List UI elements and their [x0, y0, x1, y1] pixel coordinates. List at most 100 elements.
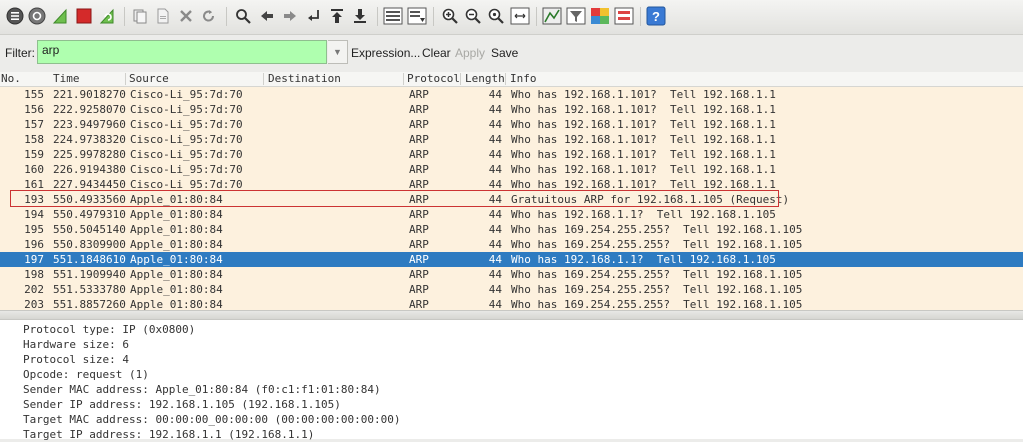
packet-row[interactable]: 158 224.9738320 Cisco-Li_95:7d:70 ARP 44 Who … [0, 132, 1023, 147]
column-header-source[interactable]: Source [129, 72, 169, 86]
column-header-protocol[interactable]: Protocol [407, 72, 460, 86]
detail-line[interactable]: Target MAC address: 00:00:00_00:00:00 (0… [23, 412, 401, 427]
packet-cell-protocol: ARP [409, 163, 429, 176]
packet-row[interactable]: 196 550.8309900 Apple_01:80:84 ARP 44 Who has… [0, 237, 1023, 252]
detail-line[interactable]: Sender MAC address: Apple_01:80:84 (f0:c… [23, 382, 381, 397]
packet-cell-info: Who has 169.254.255.255? Tell 192.168.1.… [511, 268, 803, 281]
packet-cell-source: Apple_01:80:84 [130, 223, 223, 236]
find-icon[interactable] [233, 6, 253, 26]
packet-row[interactable]: 155 221.9018270 Cisco-Li_95:7d:70 ARP 44 Who … [0, 87, 1023, 102]
expression-button[interactable]: Expression... [351, 46, 420, 60]
packet-row[interactable]: 193 550.4933560 Apple_01:80:84 ARP 44 Gratuit… [0, 192, 1023, 207]
open-file-icon[interactable] [130, 6, 150, 26]
packet-cell-protocol: ARP [409, 178, 429, 191]
save-file-icon[interactable] [153, 6, 173, 26]
colorize-icon[interactable] [383, 6, 403, 26]
packet-cell-time: 550.4979310 [53, 208, 126, 221]
go-to-packet-icon[interactable] [304, 6, 324, 26]
packet-row-selected[interactable]: 197 551.1848610 Apple_01:80:84 ARP 44 Who has… [0, 252, 1023, 267]
filter-dropdown-icon[interactable]: ▼ [328, 40, 348, 64]
packet-cell-time: 551.1909940 [53, 268, 126, 281]
packet-cell-source: Cisco-Li_95:7d:70 [130, 163, 243, 176]
save-filter-button[interactable]: Save [491, 46, 518, 60]
resize-columns-icon[interactable] [510, 6, 530, 26]
packet-cell-length: 44 [488, 148, 502, 161]
display-filter-input[interactable]: arp [37, 40, 327, 64]
preferences-icon[interactable] [614, 6, 634, 26]
packet-cell-source: Cisco-Li_95:7d:70 [130, 133, 243, 146]
column-header-no[interactable]: No. [1, 72, 21, 86]
column-header-info[interactable]: Info [510, 72, 537, 86]
detail-line[interactable]: Sender IP address: 192.168.1.105 (192.16… [23, 397, 341, 412]
packet-cell-protocol: ARP [409, 283, 429, 296]
packet-cell-no: 157 [24, 118, 44, 131]
help-icon[interactable]: ? [646, 6, 666, 26]
packet-cell-source: Apple_01:80:84 [130, 283, 223, 296]
reload-icon[interactable] [199, 6, 219, 26]
packet-cell-length: 44 [488, 238, 502, 251]
packet-row[interactable]: 157 223.9497960 Cisco-Li_95:7d:70 ARP 44 Who … [0, 117, 1023, 132]
packet-row[interactable]: 195 550.5045140 Apple_01:80:84 ARP 44 Who has… [0, 222, 1023, 237]
close-file-icon[interactable] [176, 6, 196, 26]
packet-row[interactable]: 160 226.9194380 Cisco-Li_95:7d:70 ARP 44 Who … [0, 162, 1023, 177]
packet-cell-time: 225.9978280 [53, 148, 126, 161]
packet-cell-info: Who has 192.168.1.101? Tell 192.168.1.1 [511, 148, 776, 161]
first-packet-icon[interactable] [327, 6, 347, 26]
display-filters-icon[interactable] [566, 6, 586, 26]
zoom-in-icon[interactable] [440, 6, 460, 26]
packet-cell-no: 160 [24, 163, 44, 176]
packet-cell-no: 194 [24, 208, 44, 221]
detail-line[interactable]: Protocol type: IP (0x0800) [23, 322, 195, 337]
packet-row[interactable]: 203 551.8857260 Apple_01:80:84 ARP 44 Who has… [0, 297, 1023, 310]
go-back-icon[interactable] [257, 6, 277, 26]
packet-cell-time: 550.8309900 [53, 238, 126, 251]
column-header-destination[interactable]: Destination [268, 72, 341, 86]
packet-row[interactable]: 198 551.1909940 Apple_01:80:84 ARP 44 Who has… [0, 267, 1023, 282]
packet-row[interactable]: 156 222.9258070 Cisco-Li_95:7d:70 ARP 44 Who … [0, 102, 1023, 117]
clear-button[interactable]: Clear [422, 46, 451, 60]
start-capture-icon[interactable] [50, 6, 70, 26]
last-packet-icon[interactable] [350, 6, 370, 26]
packet-row[interactable]: 194 550.4979310 Apple_01:80:84 ARP 44 Who has… [0, 207, 1023, 222]
pane-splitter[interactable] [0, 310, 1023, 320]
packet-cell-no: 161 [24, 178, 44, 191]
coloring-rules-icon[interactable] [590, 6, 610, 26]
column-header-time[interactable]: Time [53, 72, 80, 86]
packet-cell-source: Apple_01:80:84 [130, 268, 223, 281]
packet-cell-info: Who has 169.254.255.255? Tell 192.168.1.… [511, 283, 803, 296]
packet-cell-source: Apple_01:80:84 [130, 298, 223, 310]
packet-cell-source: Cisco-Li_95:7d:70 [130, 88, 243, 101]
packet-cell-no: 203 [24, 298, 44, 310]
interface-list-icon[interactable] [5, 6, 25, 26]
restart-capture-icon[interactable] [97, 6, 117, 26]
packet-cell-length: 44 [488, 163, 502, 176]
packet-cell-protocol: ARP [409, 268, 429, 281]
column-header-length[interactable]: Length [465, 72, 505, 86]
packet-cell-no: 193 [24, 193, 44, 206]
normal-size-icon[interactable] [486, 6, 506, 26]
apply-button[interactable]: Apply [455, 46, 485, 60]
packet-cell-info: Gratuitous ARP for 192.168.1.105 (Reques… [511, 193, 790, 206]
capture-options-icon[interactable] [27, 6, 47, 26]
auto-scroll-icon[interactable] [407, 6, 427, 26]
zoom-out-icon[interactable] [463, 6, 483, 26]
go-forward-icon[interactable] [280, 6, 300, 26]
packet-cell-info: Who has 192.168.1.101? Tell 192.168.1.1 [511, 163, 776, 176]
packet-cell-length: 44 [488, 133, 502, 146]
detail-line[interactable]: Hardware size: 6 [23, 337, 129, 352]
packet-cell-info: Who has 192.168.1.101? Tell 192.168.1.1 [511, 178, 776, 191]
stop-capture-icon[interactable] [74, 6, 94, 26]
packet-cell-time: 550.4933560 [53, 193, 126, 206]
packet-cell-info: Who has 192.168.1.101? Tell 192.168.1.1 [511, 118, 776, 131]
packet-cell-protocol: ARP [409, 238, 429, 251]
packet-row[interactable]: 161 227.9434450 Cisco-Li_95:7d:70 ARP 44 Who … [0, 177, 1023, 192]
detail-line[interactable]: Opcode: request (1) [23, 367, 149, 382]
detail-line[interactable]: Target IP address: 192.168.1.1 (192.168.… [23, 427, 314, 442]
packet-cell-source: Apple_01:80:84 [130, 253, 223, 266]
capture-filters-icon[interactable] [542, 6, 562, 26]
packet-cell-info: Who has 192.168.1.101? Tell 192.168.1.1 [511, 133, 776, 146]
detail-line[interactable]: Protocol size: 4 [23, 352, 129, 367]
filter-label: Filter: [5, 46, 35, 60]
packet-row[interactable]: 159 225.9978280 Cisco-Li_95:7d:70 ARP 44 Who … [0, 147, 1023, 162]
packet-row[interactable]: 202 551.5333780 Apple_01:80:84 ARP 44 Who has… [0, 282, 1023, 297]
